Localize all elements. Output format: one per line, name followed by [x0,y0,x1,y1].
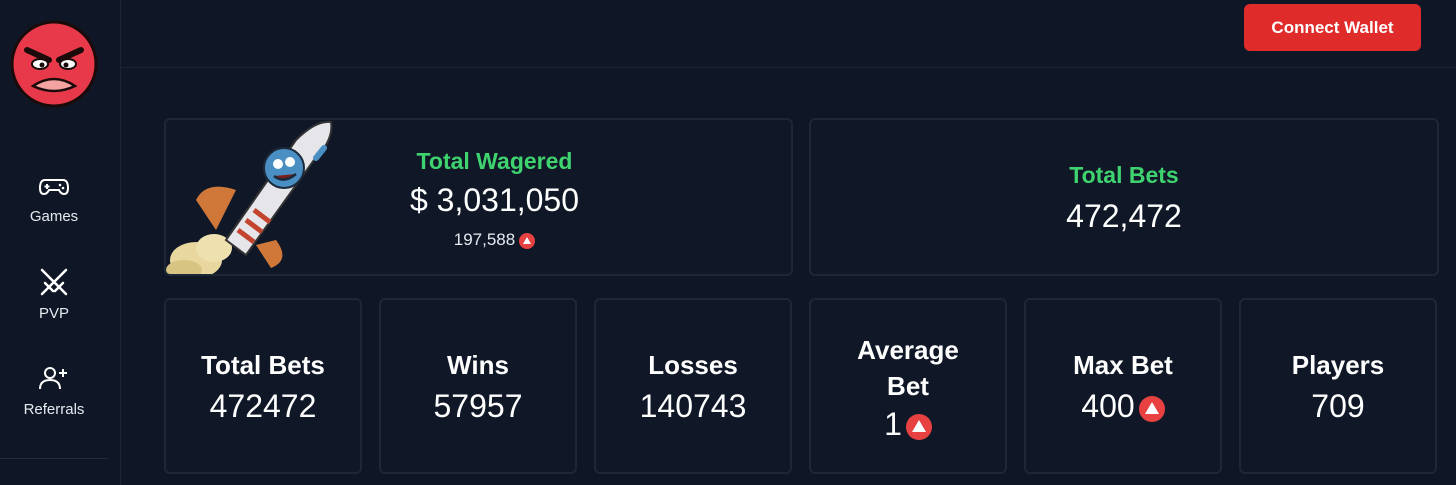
sidebar-item-pvp[interactable]: PVP [0,265,108,322]
stat-value: 709 [1311,388,1365,424]
stat-label: Total Bets [201,350,325,380]
sidebar-divider [0,458,108,459]
total-wagered-value: $ 3,031,050 [409,182,580,218]
sidebar-item-games[interactable]: Games [0,168,108,225]
avax-icon [1138,395,1165,422]
stat-card-max-bet: Max Bet 400 [1024,298,1222,474]
avax-icon [905,413,932,440]
stat-value: 1 [811,406,1005,443]
stat-label: Losses [648,350,738,380]
sidebar: Games PVP Referrals [0,0,121,485]
stat-label: Average Bet [857,335,959,401]
connect-wallet-button[interactable]: Connect Wallet [1244,4,1421,51]
crossed-swords-icon [40,268,68,296]
stat-card-average-bet: Average Bet 1 [809,298,1007,474]
stat-value-number: 400 [1081,388,1135,424]
stat-label: Wins [447,350,509,380]
stat-value: 472472 [209,388,317,424]
sidebar-item-label: PVP [38,305,69,322]
stat-label: Max Bet [1073,350,1173,380]
rocket-mascot-illustration [166,120,333,274]
total-wagered-title: Total Wagered [416,148,573,174]
total-bets-title: Total Bets [1069,162,1179,188]
stat-card-losses: Losses 140743 [594,298,792,474]
top-header: Connect Wallet [121,0,1456,68]
stat-value: 57957 [433,388,523,424]
total-bets-value: 472,472 [1066,198,1182,234]
sidebar-item-label: Referrals [23,401,85,418]
angry-face-logo[interactable] [9,20,99,108]
stat-card-wins: Wins 57957 [379,298,577,474]
stat-value-number: 1 [884,406,902,442]
avax-icon [519,232,536,249]
stat-value: 400 [1026,388,1220,425]
stat-card-total-bets: Total Bets 472472 [164,298,362,474]
total-wagered-card: Total Wagered $ 3,031,050 197,588 [164,118,793,276]
sidebar-item-referrals[interactable]: Referrals [0,361,108,418]
stat-label: Players [1291,350,1385,380]
stat-card-players: Players 709 [1239,298,1437,474]
total-wagered-avax: 197,588 [336,230,653,250]
total-wagered-avax-amount: 197,588 [453,230,516,249]
sidebar-item-label: Games [29,208,79,225]
gamepad-icon [38,179,70,196]
add-users-icon [39,367,67,390]
total-wagered-block: Total Wagered $ 3,031,050 197,588 [336,120,653,274]
total-bets-card: Total Bets 472,472 [809,118,1439,276]
stat-value: 140743 [639,388,747,424]
